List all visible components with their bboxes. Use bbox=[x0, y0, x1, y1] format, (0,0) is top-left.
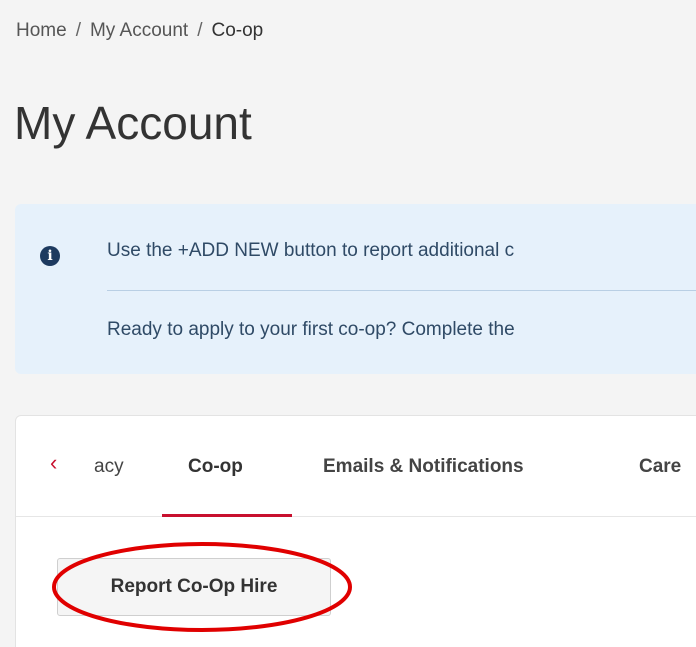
page: Home / My Account / Co-op My Account i Use t… bbox=[0, 0, 696, 647]
tab-privacy[interactable]: acy bbox=[94, 456, 124, 478]
info-icon: i bbox=[40, 246, 60, 266]
banner-divider bbox=[107, 290, 696, 291]
banner-message-first-coop: Ready to apply to your first co-op? Comp… bbox=[107, 319, 515, 340]
report-co-op-hire-button[interactable]: Report Co-Op Hire bbox=[57, 558, 331, 616]
breadcrumb-separator: / bbox=[75, 20, 81, 41]
tab-career[interactable]: Care bbox=[639, 456, 681, 478]
breadcrumb: Home / My Account / Co-op bbox=[16, 20, 263, 42]
info-banner: i Use the +ADD NEW button to report addi… bbox=[15, 204, 696, 374]
tab-emails-notifications[interactable]: Emails & Notifications bbox=[323, 456, 524, 478]
active-tab-indicator bbox=[162, 514, 292, 517]
chevron-left-icon[interactable]: ‹ bbox=[50, 452, 57, 474]
tabs-card: ‹ acy Co-op Emails & Notifications Care … bbox=[15, 415, 696, 647]
page-title: My Account bbox=[14, 97, 252, 149]
tab-co-op[interactable]: Co-op bbox=[188, 456, 243, 478]
tabs-bar: ‹ acy Co-op Emails & Notifications Care bbox=[16, 416, 696, 517]
breadcrumb-separator: / bbox=[197, 20, 203, 41]
banner-message-add-new: Use the +ADD NEW button to report additi… bbox=[107, 240, 515, 261]
breadcrumb-home-link[interactable]: Home bbox=[16, 20, 67, 41]
breadcrumb-current: Co-op bbox=[211, 20, 264, 41]
breadcrumb-my-account-link[interactable]: My Account bbox=[90, 20, 188, 41]
